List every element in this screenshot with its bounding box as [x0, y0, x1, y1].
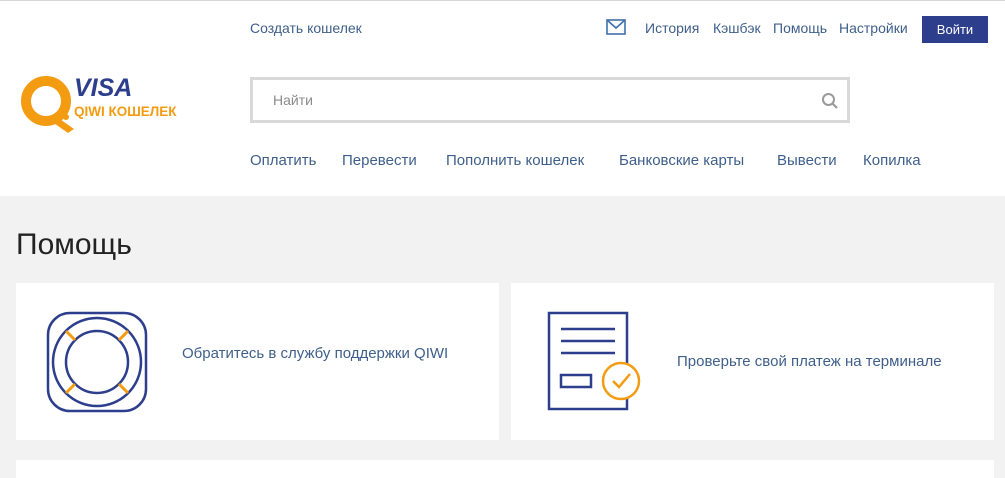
site-header: Создать кошелек История Кэшбэк Помощь На… [0, 0, 1005, 196]
search-box [250, 77, 850, 123]
logo-subtitle-text: QIWI КОШЕЛЕК [74, 104, 177, 119]
support-card-text: Обратитесь в службу поддержки QIWI [182, 345, 449, 362]
nav-pay[interactable]: Оплатить [250, 152, 317, 169]
check-payment-card[interactable]: Проверьте свой платеж на терминале [511, 283, 994, 440]
additional-card[interactable] [16, 460, 994, 478]
support-card[interactable]: Обратитесь в службу поддержки QIWI [16, 283, 499, 440]
cashback-link[interactable]: Кэшбэк [713, 20, 761, 36]
page-title: Помощь [16, 228, 132, 261]
nav-withdraw[interactable]: Вывести [777, 152, 837, 169]
nav-top-up-wallet[interactable]: Пополнить кошелек [446, 152, 584, 169]
logo-visa-text: VISA [74, 74, 132, 102]
settings-link[interactable]: Настройки [839, 20, 908, 36]
history-link[interactable]: История [645, 20, 699, 36]
help-link[interactable]: Помощь [773, 20, 827, 36]
search-input[interactable] [253, 80, 813, 120]
check-payment-card-text: Проверьте свой платеж на терминале [677, 353, 942, 370]
lifebuoy-icon [46, 311, 148, 413]
login-button[interactable]: Войти [922, 16, 988, 43]
mail-icon[interactable] [606, 19, 626, 35]
receipt-check-icon [547, 311, 641, 411]
search-icon[interactable] [821, 92, 839, 110]
nav-bank-cards[interactable]: Банковские карты [619, 152, 744, 169]
nav-transfer[interactable]: Перевести [342, 152, 417, 169]
nav-piggy-bank[interactable]: Копилка [863, 152, 921, 169]
qiwi-visa-logo[interactable]: VISA QIWI КОШЕЛЕК [18, 71, 194, 135]
create-wallet-link[interactable]: Создать кошелек [250, 20, 362, 36]
